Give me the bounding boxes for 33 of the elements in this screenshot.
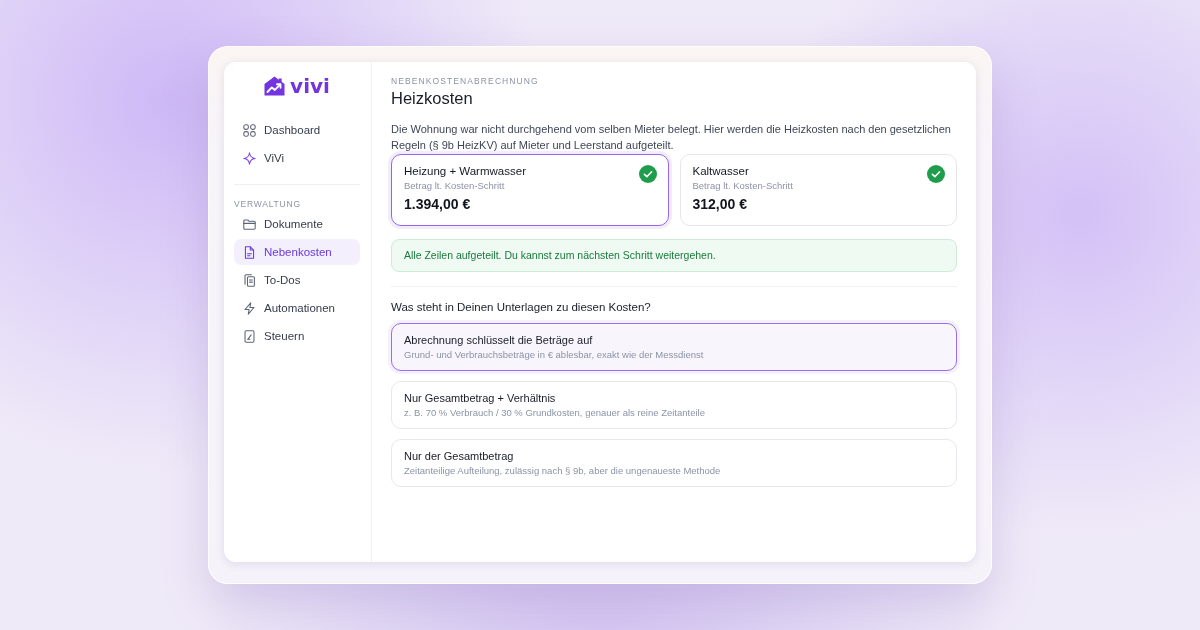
card-subtitle: Betrag lt. Kosten-Schritt [404,179,505,192]
nav-item[interactable]: Dashboard [234,117,360,143]
nav-item[interactable]: ViVi [234,145,360,171]
lightning-icon [243,301,256,315]
brand-name: vivi [290,74,330,98]
folder-icon [243,217,256,231]
nav-item[interactable]: Automationen [234,295,360,321]
document-slash-icon [243,329,256,343]
eyebrow-label: NEBENKOSTENABRECHNUNG [391,75,540,87]
section-heading: VERWALTUNG [234,198,302,210]
nav-item[interactable]: Dokumente [234,211,360,237]
page-title: Heizkosten [391,88,474,109]
amount-text: 1.394,00 € [404,195,471,213]
description-text: Die Wohnung war nicht durchgehend vom selben Mieter belegt. Hier werden die Heizkosten nach den gesetzlichen Regeln (§ 9b HeizKV) auf Mieter und Leerstand aufgeteilt. [391,122,952,153]
sparkle-icon [243,151,256,165]
question-text: Was steht in Deinen Unterlagen zu diesen Kosten? [391,300,652,315]
success-notice: Alle Zeilen aufgeteilt. Du kannst zum nächsten Schritt weitergehen. [391,239,957,272]
cost-card[interactable]: Kaltwasser Betrag lt. Kosten-Schritt 312,00 € [679,154,957,226]
nav-item[interactable]: Steuern [234,323,360,349]
answer-option[interactable]: Nur der Gesamtbetrag Zeitanteilige Aufteilung, zulässig nach § 9b, aber die ungenaueste Methode [391,439,957,487]
document-icon [243,245,256,259]
answer-option[interactable]: Abrechnung schlüsselt die Beträge auf Grund- und Verbrauchsbeträge in € ablesbar, exakt wie der Messdienst [391,323,957,371]
nav-item[interactable]: Nebenkosten [234,239,360,265]
card-title: Heizung + Warmwasser [404,164,526,179]
nav-item[interactable]: To-Dos [234,267,360,293]
card-subtitle: Betrag lt. Kosten-Schritt [692,179,793,192]
answer-option[interactable]: Nur Gesamtbetrag + Verhältnis z. B. 70 % Verbrauch / 30 % Grundkosten, genauer als reine Zeitanteile [391,381,957,429]
house-chart-icon [264,76,286,96]
stacked-pages-icon [243,273,256,287]
card-title: Kaltwasser [692,164,749,179]
cost-card[interactable]: Heizung + Warmwasser Betrag lt. Kosten-Schritt 1.394,00 € [391,154,669,226]
grid-icon [243,123,256,137]
amount-text: 312,00 € [692,195,747,213]
